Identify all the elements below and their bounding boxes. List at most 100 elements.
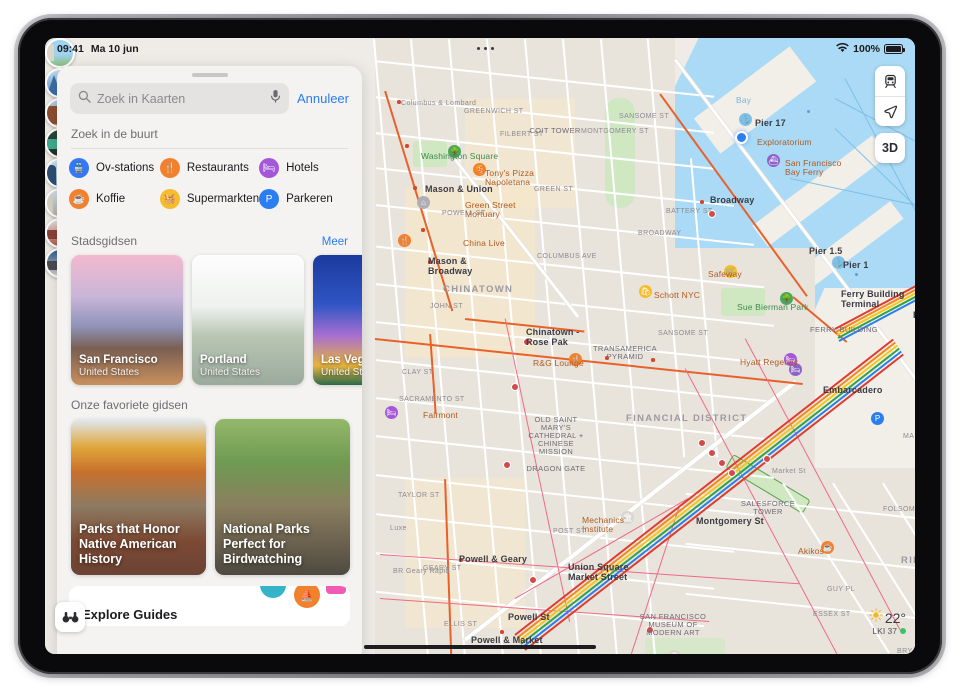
map-label-transit-stop: Montgomery St — [696, 516, 764, 526]
map-label-poi: Hyatt Regency — [740, 357, 798, 367]
map-label-street: BR Geary Rapid — [393, 568, 450, 575]
category-parkeren[interactable]: P Parkeren — [259, 189, 350, 209]
map-label-street: BRYANT ST — [897, 648, 915, 654]
map-label-street: SANSOME ST — [658, 330, 709, 337]
map-controls: 3D — [875, 66, 905, 163]
status-time: 09:41 — [57, 43, 84, 55]
search-input[interactable]: Zoek in Kaarten — [70, 83, 289, 114]
city-guide-text: Las VegasUnited States — [321, 354, 362, 378]
drag-handle[interactable] — [191, 73, 228, 77]
category-label: Koffie — [96, 193, 126, 205]
weather-widget[interactable]: 22° LKI 37 — [869, 608, 906, 636]
metro-stop[interactable] — [511, 383, 519, 391]
look-around-button[interactable] — [55, 602, 85, 632]
map-label-transit-stop: Union Square Market Street — [568, 562, 629, 582]
category-koffie[interactable]: ☕ Koffie — [69, 189, 160, 209]
city-guides-title: Stadsgidsen — [71, 234, 138, 248]
map-label-transit-stop: Embarcadero — [823, 385, 883, 395]
transit-stop-dot — [405, 144, 409, 148]
home-indicator[interactable] — [364, 645, 596, 649]
tablet-screen: 🍕 🍴 🍴 🛍 🛒 ☕ ⌂ 🌳 🌳 🌳 🌳 🛏 🛏 🛏 ⛴ ⚓ ⚓ P 🏛 🏛 — [45, 38, 915, 654]
microphone-icon[interactable] — [270, 89, 281, 108]
city-guide-card[interactable]: San Francisco United States — [71, 255, 183, 385]
map-label-poi: Schott NYC — [654, 290, 701, 300]
poi-pin-parking[interactable]: P — [871, 412, 884, 425]
train-icon: 🚆 — [69, 158, 89, 178]
air-quality-dot — [900, 628, 906, 634]
map-label-transit-stop: Pier 1.5 — [809, 246, 843, 256]
nearby-header: Zoek in de buurt — [57, 114, 362, 148]
city-guide-text: San Francisco United States — [79, 354, 177, 378]
explore-guides-card[interactable]: ⛵ Explore Guides — [69, 586, 350, 626]
cancel-button[interactable]: Annuleer — [297, 91, 349, 106]
map-label-transit-stop: Mason & Broadway — [428, 256, 473, 276]
map-label-transit-stop: Ferry Building Terminal — [841, 289, 905, 309]
metro-stop[interactable] — [529, 576, 537, 584]
map-label-transit-stop: Mason & Union — [425, 184, 493, 194]
transit-stop-dot — [500, 630, 504, 634]
bay-marker-dot — [807, 110, 810, 113]
3d-button[interactable]: 3D — [875, 133, 905, 163]
poi-pin-shop[interactable]: 🛍 — [639, 285, 652, 298]
category-restaurants[interactable]: 🍴 Restaurants — [159, 158, 259, 178]
map-label-transit-stop: Powell St — [508, 612, 550, 622]
map-label-street: BROADWAY — [638, 230, 682, 237]
metro-stop[interactable] — [728, 469, 736, 477]
category-grid: 🚆 Ov-stations 🍴 Restaurants 🛏 Hotels ☕ Koffie 🧺 S… — [57, 149, 362, 221]
location-button[interactable] — [875, 96, 905, 126]
favorite-guides-header: Onze favoriete gidsen — [57, 385, 362, 419]
metro-stop[interactable] — [698, 439, 706, 447]
map-label-street: GREEN ST — [534, 186, 574, 193]
explore-guides-title: Explore Guides — [82, 606, 178, 622]
map-label-landmark: SALESFORCE TOWER — [740, 499, 796, 516]
metro-stop[interactable] — [718, 459, 726, 467]
decorative-blob-teal — [260, 586, 286, 598]
city-guide-title: Portland — [200, 353, 247, 366]
map-label-street: TAYLOR ST — [398, 492, 440, 499]
category-supermarkten[interactable]: 🧺 Supermarkten — [159, 189, 259, 209]
map-label-transit-stop: BART — [913, 310, 915, 320]
map-label-poi: Safeway — [708, 269, 742, 279]
metro-stop[interactable] — [503, 461, 511, 469]
poi-pin-ferry[interactable]: ⛴ — [767, 154, 780, 167]
favorite-guide-card[interactable]: National Parks Perfect for Birdwatching — [215, 419, 350, 575]
metro-stop[interactable] — [708, 449, 716, 457]
city-guides-header: Stadsgidsen Meer — [57, 221, 362, 255]
city-guide-text: Portland United States — [200, 354, 298, 378]
basket-icon: 🧺 — [159, 189, 180, 209]
map-label-street: JOHN ST — [430, 303, 463, 310]
map-label-poi: Exploratorium — [757, 137, 812, 147]
map-label-street: ELLIS ST — [444, 621, 478, 628]
map-label-poi: Fairmont — [423, 410, 458, 420]
map-label-landmark: FERRY BUILDING — [810, 325, 878, 334]
category-label: Restaurants — [186, 162, 249, 174]
metro-stop[interactable] — [763, 455, 771, 463]
search-icon — [78, 90, 91, 108]
map-label-landmark: SAN FRANCISCO MUSEUM OF MODERN ART — [639, 612, 707, 637]
air-quality-value: LKI 37 — [872, 626, 897, 636]
map-label-neighborhood: FINANCIAL DISTRICT — [626, 413, 748, 424]
parking-icon: P — [259, 189, 280, 209]
poi-pin-mortuary[interactable]: ⌂ — [417, 196, 430, 209]
status-date: Ma 10 jun — [90, 43, 139, 55]
city-guides-more-button[interactable]: Meer — [322, 236, 348, 248]
map-label-street: GREENWICH ST — [464, 108, 524, 115]
battery-icon — [884, 44, 905, 54]
favorite-guide-card[interactable]: Parks that Honor Native American History — [71, 419, 206, 575]
city-guide-subtitle: United States — [79, 367, 140, 378]
city-guide-cards: San Francisco United States Portland United… — [57, 255, 362, 385]
category-ov-stations[interactable]: 🚆 Ov-stations — [69, 158, 160, 178]
city-guide-card[interactable]: Las VegasUnited States — [313, 255, 362, 385]
category-hotels[interactable]: 🛏 Hotels — [259, 158, 350, 178]
poi-pin-pier[interactable]: ⚓ — [739, 113, 752, 126]
city-guide-subtitle: United States — [200, 367, 261, 378]
map-label-poi: R&G Lounge — [533, 358, 584, 368]
city-guide-card[interactable]: Portland United States — [192, 255, 304, 385]
map-label-street: CLAY ST — [402, 369, 434, 376]
poi-pin-hotel[interactable]: 🛏 — [385, 406, 398, 419]
nearby-title: Zoek in de buurt — [71, 127, 158, 141]
map-label-transit-stop: Broadway — [710, 195, 755, 205]
transit-button[interactable] — [875, 66, 905, 96]
map-label-street: MONTGOMERY ST — [581, 128, 649, 135]
poi-pin-restaurant[interactable]: 🍴 — [398, 234, 411, 247]
